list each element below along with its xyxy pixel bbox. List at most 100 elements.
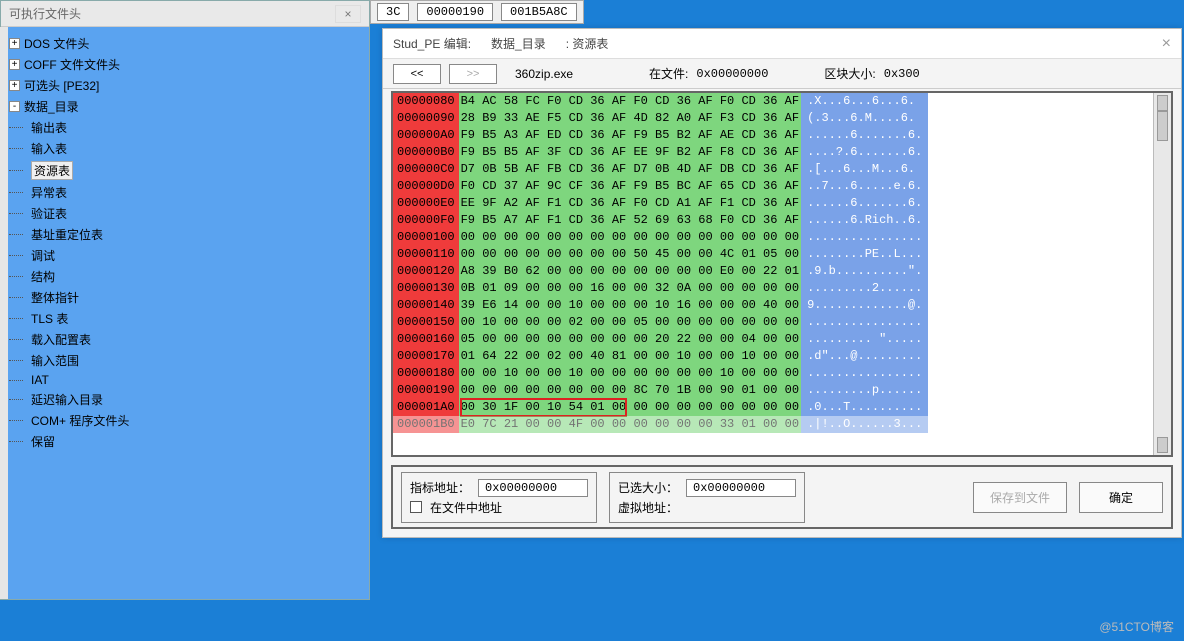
hex-bytes[interactable]: A8 39 B0 62 00 00 00 00 00 00 00 00 E0 0… bbox=[459, 263, 801, 280]
hex-bytes[interactable]: E0 7C 21 00 00 4F 00 00 00 00 00 00 33 0… bbox=[459, 416, 801, 433]
tree-leaf[interactable]: 资源表 bbox=[5, 159, 365, 182]
hex-row[interactable]: 000001300B 01 09 00 00 00 16 00 00 32 0A… bbox=[393, 280, 928, 297]
hex-row[interactable]: 000000A0F9 B5 A3 AF ED CD 36 AF F9 B5 B2… bbox=[393, 127, 928, 144]
hex-row[interactable]: 00000120A8 39 B0 62 00 00 00 00 00 00 00… bbox=[393, 263, 928, 280]
tree-node-label: COFF 文件文件头 bbox=[24, 56, 120, 73]
editor-titlebar[interactable]: Stud_PE 编辑: 数据_目录 : 资源表 × bbox=[383, 29, 1181, 59]
selected-size-value[interactable]: 0x00000000 bbox=[686, 479, 796, 497]
hex-bytes[interactable]: F9 B5 A3 AF ED CD 36 AF F9 B5 B2 AF AE C… bbox=[459, 127, 801, 144]
collapse-icon[interactable]: - bbox=[9, 101, 20, 112]
hex-bytes[interactable]: 00 30 1F 00 10 54 01 00 00 00 00 00 00 0… bbox=[459, 399, 801, 416]
tree-leaf[interactable]: 输入范围 bbox=[5, 350, 365, 371]
tree-leaf[interactable]: 结构 bbox=[5, 266, 365, 287]
hex-row[interactable]: 000001A000 30 1F 00 10 54 01 00 00 00 00… bbox=[393, 399, 928, 416]
tree-leaf[interactable]: 整体指针 bbox=[5, 287, 365, 308]
frag-cell: 001B5A8C bbox=[501, 3, 577, 21]
hex-bytes[interactable]: 00 00 00 00 00 00 00 00 50 45 00 00 4C 0… bbox=[459, 246, 801, 263]
hex-row[interactable]: 000000D0F0 CD 37 AF 9C CF 36 AF F9 B5 BC… bbox=[393, 178, 928, 195]
scrollbar-thumb[interactable] bbox=[1157, 111, 1168, 141]
hex-address: 00000170 bbox=[393, 348, 459, 365]
tree-node[interactable]: +可选头 [PE32] bbox=[5, 75, 365, 96]
tree-node[interactable]: +DOS 文件头 bbox=[5, 33, 365, 54]
hex-bytes[interactable]: F9 B5 B5 AF 3F CD 36 AF EE 9F B2 AF F8 C… bbox=[459, 144, 801, 161]
hex-row[interactable]: 0000019000 00 00 00 00 00 00 00 8C 70 1B… bbox=[393, 382, 928, 399]
bottom-panel: 指标地址： 0x00000000 在文件中地址 已选大小： 0x00000000… bbox=[391, 465, 1173, 529]
hex-ascii: ......6.......6. bbox=[801, 195, 928, 212]
expand-icon[interactable]: + bbox=[9, 59, 20, 70]
hex-bytes[interactable]: F9 B5 A7 AF F1 CD 36 AF 52 69 63 68 F0 C… bbox=[459, 212, 801, 229]
hex-bytes[interactable]: 05 00 00 00 00 00 00 00 00 20 22 00 00 0… bbox=[459, 331, 801, 348]
hex-address: 00000140 bbox=[393, 297, 459, 314]
hex-bytes[interactable]: F0 CD 37 AF 9C CF 36 AF F9 B5 BC AF 65 C… bbox=[459, 178, 801, 195]
hex-address: 00000190 bbox=[393, 382, 459, 399]
hex-bytes[interactable]: EE 9F A2 AF F1 CD 36 AF F0 CD A1 AF F1 C… bbox=[459, 195, 801, 212]
hex-row[interactable]: 0000014039 E6 14 00 00 10 00 00 00 10 16… bbox=[393, 297, 928, 314]
hex-row[interactable]: 000001B0E0 7C 21 00 00 4F 00 00 00 00 00… bbox=[393, 416, 928, 433]
tree-leaf-label: 基址重定位表 bbox=[31, 226, 103, 243]
in-file-address-checkbox[interactable] bbox=[410, 501, 422, 513]
hex-address: 00000110 bbox=[393, 246, 459, 263]
hex-row[interactable]: 000000C0D7 0B 5B AF FB CD 36 AF D7 0B 4D… bbox=[393, 161, 928, 178]
tree-leaf[interactable]: 载入配置表 bbox=[5, 329, 365, 350]
hex-bytes[interactable]: B4 AC 58 FC F0 CD 36 AF F0 CD 36 AF F0 C… bbox=[459, 93, 801, 110]
save-to-file-button[interactable]: 保存到文件 bbox=[973, 482, 1067, 513]
close-icon[interactable]: × bbox=[335, 5, 361, 23]
hex-row[interactable]: 0000017001 64 22 00 02 00 40 81 00 00 10… bbox=[393, 348, 928, 365]
tree-leaf-label: 输入范围 bbox=[31, 352, 79, 369]
hex-table[interactable]: 00000080B4 AC 58 FC F0 CD 36 AF F0 CD 36… bbox=[393, 93, 928, 433]
hex-row[interactable]: 0000010000 00 00 00 00 00 00 00 00 00 00… bbox=[393, 229, 928, 246]
tree-leaf[interactable]: 延迟输入目录 bbox=[5, 389, 365, 410]
hex-address: 000000B0 bbox=[393, 144, 459, 161]
hex-row[interactable]: 0000015000 10 00 00 00 02 00 00 05 00 00… bbox=[393, 314, 928, 331]
hex-editor-window: Stud_PE 编辑: 数据_目录 : 资源表 × << >> 360zip.e… bbox=[382, 28, 1182, 538]
hex-bytes[interactable]: 0B 01 09 00 00 00 16 00 00 32 0A 00 00 0… bbox=[459, 280, 801, 297]
hex-bytes[interactable]: 00 00 00 00 00 00 00 00 00 00 00 00 00 0… bbox=[459, 229, 801, 246]
tree-leaf[interactable]: TLS 表 bbox=[5, 308, 365, 329]
expand-icon[interactable]: + bbox=[9, 38, 20, 49]
expand-icon[interactable]: + bbox=[9, 80, 20, 91]
nav-prev-button[interactable]: << bbox=[393, 64, 441, 84]
hex-bytes[interactable]: 01 64 22 00 02 00 40 81 00 00 10 00 00 1… bbox=[459, 348, 801, 365]
frag-cell: 00000190 bbox=[417, 3, 493, 21]
hex-row[interactable]: 000000F0F9 B5 A7 AF F1 CD 36 AF 52 69 63… bbox=[393, 212, 928, 229]
hex-address: 000001A0 bbox=[393, 399, 459, 416]
tree-leaf[interactable]: 输入表 bbox=[5, 138, 365, 159]
tree-leaf[interactable]: 调试 bbox=[5, 245, 365, 266]
hex-scroll[interactable]: 00000080B4 AC 58 FC F0 CD 36 AF F0 CD 36… bbox=[393, 93, 1153, 455]
tree-leaf[interactable]: 输出表 bbox=[5, 117, 365, 138]
tree-leaf-label: 输出表 bbox=[31, 119, 67, 136]
tree-leftbar bbox=[0, 27, 8, 599]
hex-row[interactable]: 0000009028 B9 33 AE F5 CD 36 AF 4D 82 A0… bbox=[393, 110, 928, 127]
pointer-address-value[interactable]: 0x00000000 bbox=[478, 479, 588, 497]
tree-leaf[interactable]: IAT bbox=[5, 371, 365, 389]
tree-leaf[interactable]: 验证表 bbox=[5, 203, 365, 224]
tree-leaf[interactable]: 异常表 bbox=[5, 182, 365, 203]
hex-bytes[interactable]: 00 10 00 00 00 02 00 00 05 00 00 00 00 0… bbox=[459, 314, 801, 331]
hex-address: 00000150 bbox=[393, 314, 459, 331]
hex-bytes[interactable]: 00 00 10 00 00 10 00 00 00 00 00 00 10 0… bbox=[459, 365, 801, 382]
tree-node[interactable]: + COFF 文件文件头 bbox=[5, 54, 365, 75]
hex-row[interactable]: 000000E0EE 9F A2 AF F1 CD 36 AF F0 CD A1… bbox=[393, 195, 928, 212]
tree-leaf[interactable]: COM+ 程序文件头 bbox=[5, 410, 365, 431]
hex-address: 000000C0 bbox=[393, 161, 459, 178]
tree-leaf[interactable]: 保留 bbox=[5, 431, 365, 452]
tree-leaf-label: 保留 bbox=[31, 433, 55, 450]
hex-row[interactable]: 0000018000 00 10 00 00 10 00 00 00 00 00… bbox=[393, 365, 928, 382]
hex-row[interactable]: 0000016005 00 00 00 00 00 00 00 00 20 22… bbox=[393, 331, 928, 348]
hex-row[interactable]: 0000011000 00 00 00 00 00 00 00 50 45 00… bbox=[393, 246, 928, 263]
tree-node[interactable]: -数据_目录 bbox=[5, 96, 365, 117]
vertical-scrollbar[interactable] bbox=[1153, 93, 1171, 455]
hex-bytes[interactable]: 39 E6 14 00 00 10 00 00 00 10 16 00 00 0… bbox=[459, 297, 801, 314]
hex-ascii: ....?.6.......6. bbox=[801, 144, 928, 161]
close-icon[interactable]: × bbox=[1162, 35, 1171, 53]
hex-row[interactable]: 00000080B4 AC 58 FC F0 CD 36 AF F0 CD 36… bbox=[393, 93, 928, 110]
hex-ascii: ........PE..L... bbox=[801, 246, 928, 263]
nav-next-button[interactable]: >> bbox=[449, 64, 497, 84]
hex-bytes[interactable]: 28 B9 33 AE F5 CD 36 AF 4D 82 A0 AF F3 C… bbox=[459, 110, 801, 127]
pe-header-tree-window: 可执行文件头 × +DOS 文件头+COFF 文件文件头+可选头 [PE32]-… bbox=[0, 0, 370, 600]
hex-row[interactable]: 000000B0F9 B5 B5 AF 3F CD 36 AF EE 9F B2… bbox=[393, 144, 928, 161]
hex-bytes[interactable]: D7 0B 5B AF FB CD 36 AF D7 0B 4D AF DB C… bbox=[459, 161, 801, 178]
ok-button[interactable]: 确定 bbox=[1079, 482, 1163, 513]
tree-leaf[interactable]: 基址重定位表 bbox=[5, 224, 365, 245]
hex-bytes[interactable]: 00 00 00 00 00 00 00 00 8C 70 1B 00 90 0… bbox=[459, 382, 801, 399]
